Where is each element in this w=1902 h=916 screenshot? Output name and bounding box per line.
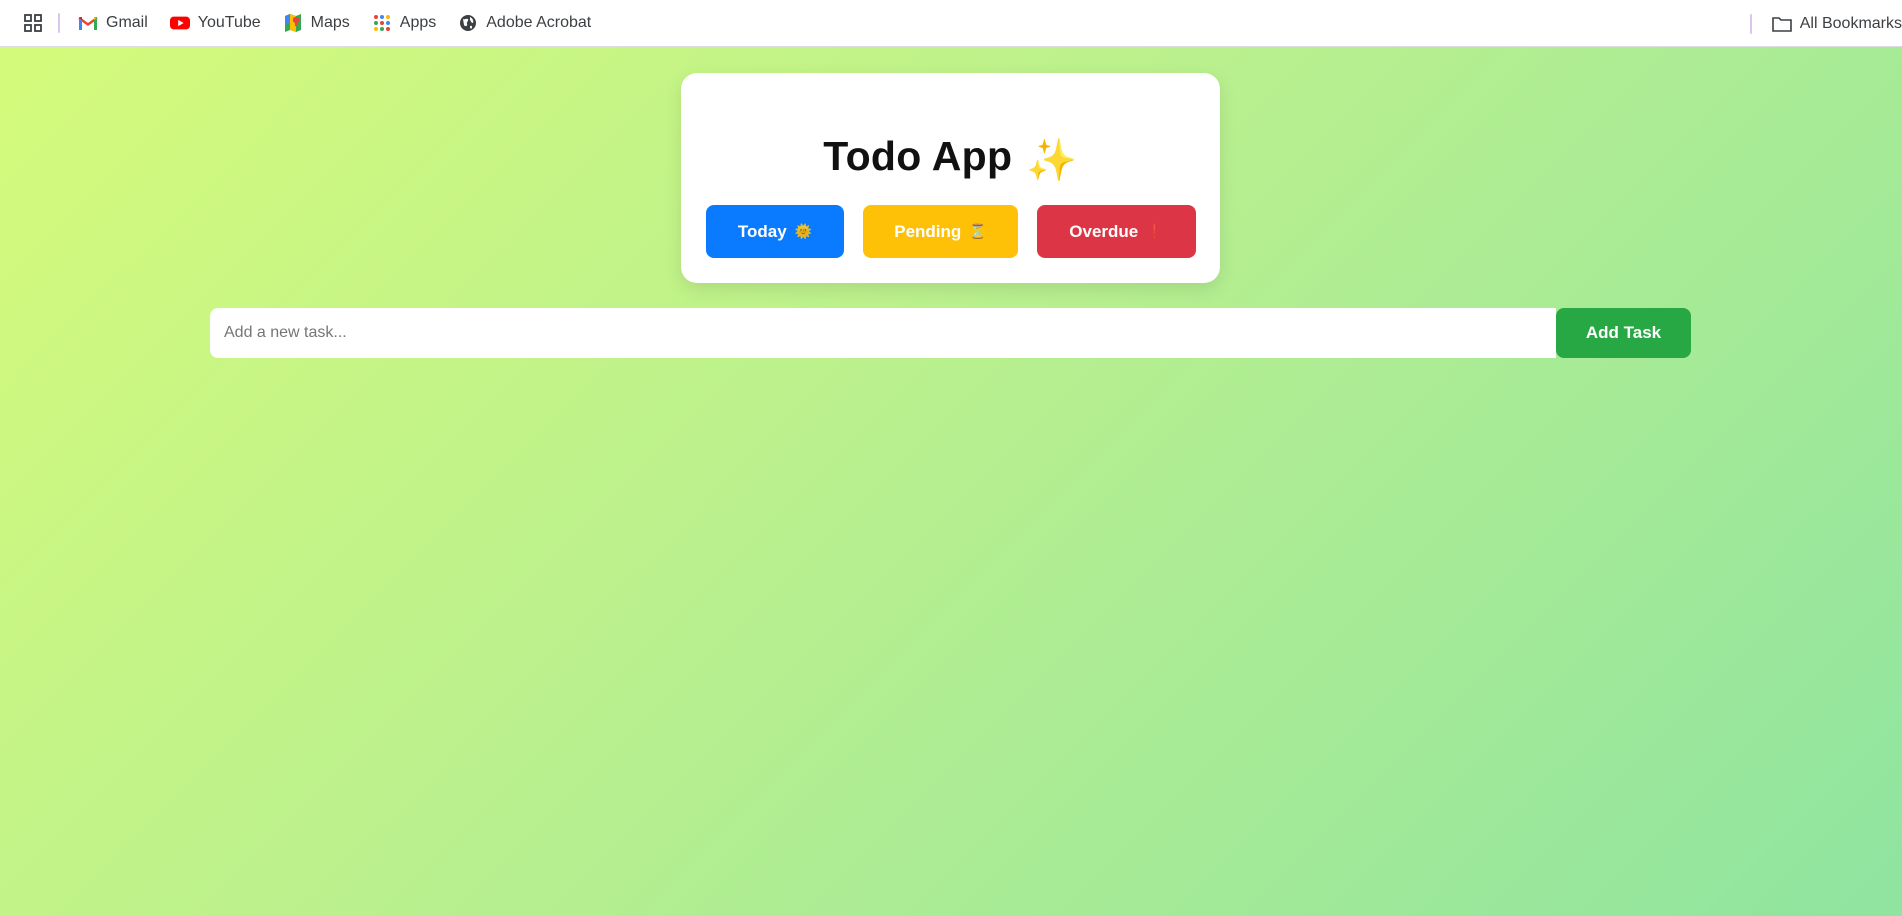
hourglass-icon: ⏳ bbox=[969, 223, 987, 239]
bookmarks-bar: Gmail YouTube Maps Apps Adobe Acrobat Al… bbox=[0, 0, 1902, 47]
bookmarks-divider bbox=[58, 13, 60, 33]
header-card: Todo App ✨ Today 🌞 Pending ⏳ Overdue ❗ bbox=[681, 73, 1220, 283]
today-label: Today bbox=[737, 221, 787, 241]
bookmark-label: Adobe Acrobat bbox=[486, 14, 592, 31]
bookmark-gmail[interactable]: Gmail bbox=[78, 13, 148, 33]
youtube-icon bbox=[169, 13, 190, 33]
new-task-input[interactable] bbox=[210, 308, 1556, 358]
all-bookmarks-area: All Bookmarks bbox=[1749, 0, 1902, 47]
add-task-button[interactable]: Add Task bbox=[1556, 308, 1691, 358]
apps-icon bbox=[372, 13, 392, 33]
all-bookmarks-button[interactable]: All Bookmarks bbox=[1771, 14, 1902, 34]
gmail-icon bbox=[78, 13, 98, 33]
sun-icon: 🌞 bbox=[794, 223, 813, 239]
overdue-label: Overdue bbox=[1069, 221, 1139, 241]
bookmark-label: Gmail bbox=[106, 14, 148, 31]
bookmark-label: YouTube bbox=[197, 14, 261, 31]
app-title: Todo App ✨ bbox=[681, 133, 1220, 185]
today-filter-button[interactable]: Today 🌞 bbox=[706, 205, 844, 258]
pending-label: Pending bbox=[894, 221, 962, 241]
folder-icon bbox=[1771, 14, 1792, 34]
app-title-text: Todo App bbox=[823, 133, 1013, 179]
bookmark-apps[interactable]: Apps bbox=[372, 13, 436, 33]
bookmark-label: Maps bbox=[310, 14, 350, 31]
pending-filter-button[interactable]: Pending ⏳ bbox=[863, 205, 1018, 258]
bookmarks-divider bbox=[1749, 13, 1752, 34]
bookmark-youtube[interactable]: YouTube bbox=[169, 13, 261, 33]
apps-grid-icon[interactable] bbox=[22, 12, 44, 34]
exclamation-icon: ❗ bbox=[1146, 223, 1164, 239]
overdue-filter-button[interactable]: Overdue ❗ bbox=[1037, 205, 1196, 258]
bookmark-label: Apps bbox=[399, 14, 437, 31]
globe-icon bbox=[458, 13, 478, 33]
bookmark-maps[interactable]: Maps bbox=[283, 13, 350, 33]
maps-icon bbox=[283, 13, 303, 33]
all-bookmarks-label: All Bookmarks bbox=[1799, 14, 1902, 32]
bookmark-adobe-acrobat[interactable]: Adobe Acrobat bbox=[458, 13, 591, 33]
sparkles-icon: ✨ bbox=[1026, 137, 1078, 183]
